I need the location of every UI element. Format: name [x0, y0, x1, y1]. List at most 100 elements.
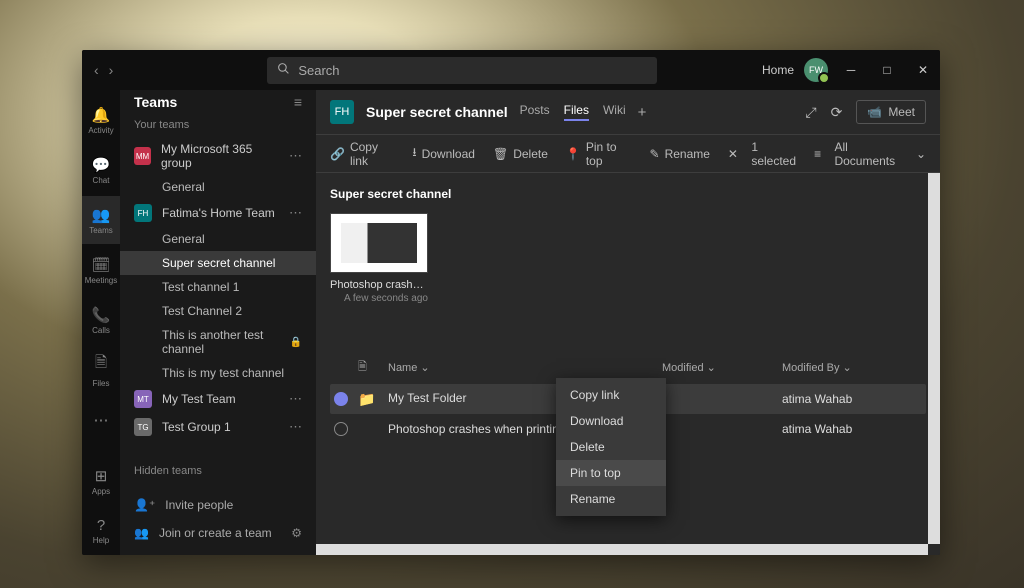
- channel-item[interactable]: Test Channel 2: [120, 299, 316, 323]
- col-modified-header[interactable]: Modified ⌄: [662, 361, 782, 374]
- row-checkbox[interactable]: [334, 422, 348, 436]
- invite-people[interactable]: 👤⁺ Invite people: [120, 491, 316, 519]
- channel-badge: FH: [330, 100, 354, 124]
- chat-icon: 💬: [92, 156, 111, 174]
- team-badge: TG: [134, 418, 152, 436]
- team-more-icon[interactable]: ⋯: [289, 148, 302, 164]
- app-rail: 🔔Activity 💬Chat 👥Teams 🗓Meetings 📞Calls …: [82, 90, 120, 555]
- tile-thumbnail: [330, 213, 428, 273]
- rail-teams[interactable]: 👥Teams: [82, 196, 120, 244]
- file-modifiedby: atima Wahab: [782, 422, 922, 436]
- channel-item[interactable]: General: [120, 227, 316, 251]
- bell-icon: 🔔: [92, 106, 111, 124]
- apps-icon: ⊞: [95, 467, 108, 485]
- view-icon: ≡: [814, 147, 821, 161]
- copy-link-button[interactable]: 🔗Copy link: [330, 140, 394, 168]
- teams-panel-header: Teams ≡: [120, 90, 316, 113]
- context-menu-item[interactable]: Copy link: [556, 382, 666, 408]
- file-type-icon[interactable]: 🗎: [358, 358, 382, 377]
- expand-icon[interactable]: ⤢: [805, 104, 816, 121]
- channel-header: FH Super secret channel Posts Files Wiki…: [316, 90, 940, 135]
- tab-files[interactable]: Files: [564, 103, 589, 121]
- team-more-icon[interactable]: ⋯: [289, 419, 302, 435]
- context-menu-item[interactable]: Rename: [556, 486, 666, 512]
- col-modifiedby-header[interactable]: Modified By ⌄: [782, 361, 922, 374]
- channel-item[interactable]: General: [120, 175, 316, 199]
- team-more-icon[interactable]: ⋯: [289, 205, 302, 221]
- all-documents-dropdown[interactable]: ≡ All Documents ⌄: [814, 140, 926, 168]
- rail-apps[interactable]: ⊞Apps: [82, 457, 120, 505]
- hidden-teams-label[interactable]: Hidden teams: [120, 459, 316, 483]
- rail-calls[interactable]: 📞Calls: [82, 296, 120, 344]
- rename-icon: ✎: [650, 147, 660, 161]
- rail-meetings[interactable]: 🗓Meetings: [82, 246, 120, 294]
- team-row[interactable]: MM My Microsoft 365 group ⋯: [120, 137, 316, 175]
- home-link[interactable]: Home: [762, 63, 794, 77]
- refresh-icon[interactable]: ⟳: [831, 104, 843, 121]
- team-name: Test Group 1: [162, 420, 231, 434]
- rail-files[interactable]: 🗎Files: [82, 346, 120, 394]
- channel-name: General: [162, 180, 205, 194]
- maximize-button[interactable]: □: [874, 57, 900, 83]
- team-more-icon[interactable]: ⋯: [289, 391, 302, 407]
- context-menu-item[interactable]: Pin to top: [556, 460, 666, 486]
- nav-back-icon[interactable]: ‹: [94, 62, 99, 78]
- channel-name: This is another test channel: [162, 328, 285, 356]
- col-name-header[interactable]: Name ⌄: [382, 361, 662, 374]
- rail-chat[interactable]: 💬Chat: [82, 146, 120, 194]
- teams-panel: Teams ≡ Your teams MM My Microsoft 365 g…: [120, 90, 316, 555]
- channel-name: General: [162, 232, 205, 246]
- channel-name: Super secret channel: [162, 256, 275, 270]
- lock-icon: 🔒: [290, 337, 302, 348]
- search-input[interactable]: Search: [267, 57, 657, 84]
- channel-name: Test Channel 2: [162, 304, 242, 318]
- files-toolbar: 🔗Copy link ⭳Download 🗑Delete 📍Pin to top…: [316, 135, 940, 173]
- close-button[interactable]: ✕: [910, 57, 936, 83]
- chevron-down-icon: ⌄: [843, 362, 852, 374]
- folder-icon: 📁: [358, 391, 375, 407]
- download-icon: ⭳: [412, 143, 416, 164]
- pinned-tile[interactable]: Photoshop crashes wh... A few seconds ag…: [330, 213, 428, 304]
- delete-button[interactable]: 🗑Delete: [493, 147, 548, 161]
- content-area: FH Super secret channel Posts Files Wiki…: [316, 90, 940, 555]
- file-icon: 🗎: [95, 352, 107, 377]
- channel-title: Super secret channel: [366, 104, 508, 120]
- vertical-scrollbar[interactable]: [928, 173, 940, 544]
- rail-activity[interactable]: 🔔Activity: [82, 96, 120, 144]
- tab-wiki[interactable]: Wiki: [603, 103, 626, 121]
- context-menu: Copy linkDownloadDeletePin to topRename: [556, 378, 666, 516]
- rail-help[interactable]: ?Help: [82, 507, 120, 555]
- add-tab-button[interactable]: +: [638, 104, 647, 121]
- team-name: My Test Team: [162, 392, 236, 406]
- filter-icon[interactable]: ≡: [294, 94, 302, 110]
- rail-more[interactable]: ⋯: [82, 396, 120, 444]
- team-row[interactable]: TG Test Group 1 ⋯: [120, 413, 316, 441]
- channel-item[interactable]: This is my test channel: [120, 361, 316, 385]
- meet-button[interactable]: 📹 Meet: [856, 100, 926, 124]
- context-menu-item[interactable]: Delete: [556, 434, 666, 460]
- close-icon: ✕: [728, 147, 738, 161]
- help-icon: ?: [97, 517, 105, 534]
- team-row[interactable]: MT My Test Team ⋯: [120, 385, 316, 413]
- rename-button[interactable]: ✎Rename: [650, 147, 710, 161]
- file-modifiedby: atima Wahab: [782, 392, 922, 406]
- avatar[interactable]: FW: [804, 58, 828, 82]
- channel-item[interactable]: Test channel 1: [120, 275, 316, 299]
- delete-icon: 🗑: [493, 147, 508, 161]
- gear-icon[interactable]: ⚙: [291, 526, 302, 540]
- team-row[interactable]: FH Fatima's Home Team ⋯: [120, 199, 316, 227]
- join-create-team[interactable]: 👥 Join or create a team ⚙: [120, 519, 316, 547]
- download-button[interactable]: ⭳Download: [412, 143, 475, 164]
- channel-name: Test channel 1: [162, 280, 239, 294]
- row-checkbox[interactable]: [334, 392, 348, 406]
- channel-item[interactable]: This is another test channel 🔒: [120, 323, 316, 361]
- minimize-button[interactable]: ─: [838, 57, 864, 83]
- context-menu-item[interactable]: Download: [556, 408, 666, 434]
- horizontal-scrollbar[interactable]: [316, 544, 928, 555]
- tab-posts[interactable]: Posts: [520, 103, 550, 121]
- nav-forward-icon[interactable]: ›: [109, 62, 114, 78]
- titlebar: ‹ › Search Home FW ─ □ ✕: [82, 50, 940, 90]
- channel-item[interactable]: Super secret channel: [120, 251, 316, 275]
- selection-count[interactable]: ✕ 1 selected: [728, 140, 800, 168]
- pin-to-top-button[interactable]: 📍Pin to top: [566, 140, 632, 168]
